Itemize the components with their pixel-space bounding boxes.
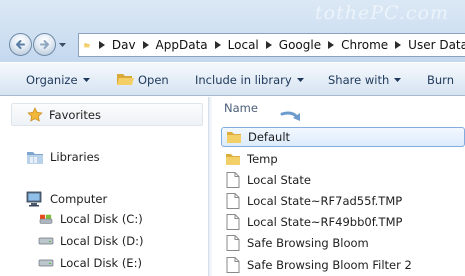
back-arrow-icon [16,40,25,49]
nav-label-disk: Local Disk (C:) [60,212,143,226]
nav-item-disk-d[interactable]: Local Disk (D:) [38,234,144,248]
file-name: Safe Browsing Bloom [247,236,369,250]
computer-icon [26,191,42,207]
nav-item-favorites[interactable]: Favorites [11,103,203,126]
nav-label-computer: Computer [50,192,108,206]
breadcrumb-separator-icon[interactable] [389,41,407,49]
nav-item-disk-e[interactable]: Local Disk (E:) [38,256,142,270]
file-list-item[interactable]: Safe Browsing Bloom [221,233,465,253]
star-icon [27,106,43,122]
hard-disk-icon [38,259,54,267]
breadcrumb-item[interactable]: Dav [111,38,137,52]
file-list-item[interactable]: Local State~RF49bb0f.TMP [221,212,465,232]
include-in-library-button[interactable]: Include in library [195,63,304,96]
breadcrumb-item[interactable]: User Data [407,38,465,52]
file-icon [226,214,240,230]
file-name: Safe Browsing Bloom Filter 2 [247,258,412,272]
address-strip: tothePC.com Dav AppData Local Google Chr… [0,0,465,62]
include-in-library-label: Include in library [195,72,292,87]
column-header-name[interactable]: Name [224,101,258,115]
burn-label: Burn [427,72,454,87]
folder-icon [227,132,241,143]
breadcrumb-separator-icon[interactable] [322,41,340,49]
breadcrumb-separator-icon[interactable] [209,41,227,49]
file-list-item[interactable]: Local State~RF7ad55f.TMP [221,191,465,211]
nav-label-disk: Local Disk (E:) [60,256,142,270]
recent-pages-dropdown[interactable] [58,41,67,49]
folder-icon [226,154,240,165]
organize-label: Organize [26,72,78,87]
watermark: tothePC.com [315,2,449,24]
breadcrumb-item[interactable]: Chrome [340,38,389,52]
pane-splitter[interactable] [208,97,212,276]
address-bar[interactable]: Dav AppData Local Google Chrome User Dat… [78,33,465,57]
file-list-item[interactable]: Safe Browsing Bloom Filter 2 [221,255,465,275]
chevron-down-icon [296,77,304,82]
open-folder-icon [117,74,134,85]
file-icon [226,235,240,251]
chevron-down-icon [394,77,402,82]
forward-button[interactable] [33,33,56,56]
breadcrumb-separator-icon[interactable] [260,41,278,49]
share-with-button[interactable]: Share with [328,63,402,96]
breadcrumb-separator-icon[interactable] [137,41,155,49]
breadcrumb-item[interactable]: Local [227,38,260,52]
share-with-label: Share with [328,72,390,87]
hard-disk-icon [38,237,54,245]
burn-button[interactable]: Burn [427,63,454,96]
file-name: Temp [247,152,278,166]
nav-label-disk: Local Disk (D:) [60,234,144,248]
file-icon [226,257,240,273]
nav-item-disk-c[interactable]: Local Disk (C:) [38,212,143,226]
breadcrumb: Dav AppData Local Google Chrome User Dat… [93,38,465,52]
folder-icon [84,43,90,48]
nav-label-libraries: Libraries [50,150,100,164]
file-name: Local State~RF7ad55f.TMP [247,194,403,208]
breadcrumb-separator-icon[interactable] [93,41,111,49]
breadcrumb-item[interactable]: Google [278,38,322,52]
command-toolbar: Organize Open Include in library Share w… [0,62,465,96]
forward-arrow-icon [40,40,49,49]
file-list-item[interactable]: Default [221,127,465,147]
open-button[interactable]: Open [116,63,169,96]
file-name: Default [248,130,291,144]
chevron-down-icon [82,77,90,82]
file-list-item[interactable]: Local State [221,170,465,190]
nav-label-favorites: Favorites [49,107,101,122]
breadcrumb-item[interactable]: AppData [155,38,209,52]
back-button[interactable] [9,33,32,56]
organize-button[interactable]: Organize [26,63,90,96]
nav-item-libraries[interactable]: Libraries [26,149,100,165]
file-icon [226,193,240,209]
nav-item-computer[interactable]: Computer [26,191,107,207]
file-name: Local State [247,173,311,187]
system-disk-icon [39,214,53,224]
file-icon [226,172,240,188]
chevron-down-icon [59,43,66,47]
libraries-icon [27,152,43,164]
curved-arrow-icon [280,111,300,121]
open-label: Open [138,72,169,87]
file-list-item[interactable]: Temp [221,149,465,169]
file-name: Local State~RF49bb0f.TMP [247,215,403,229]
